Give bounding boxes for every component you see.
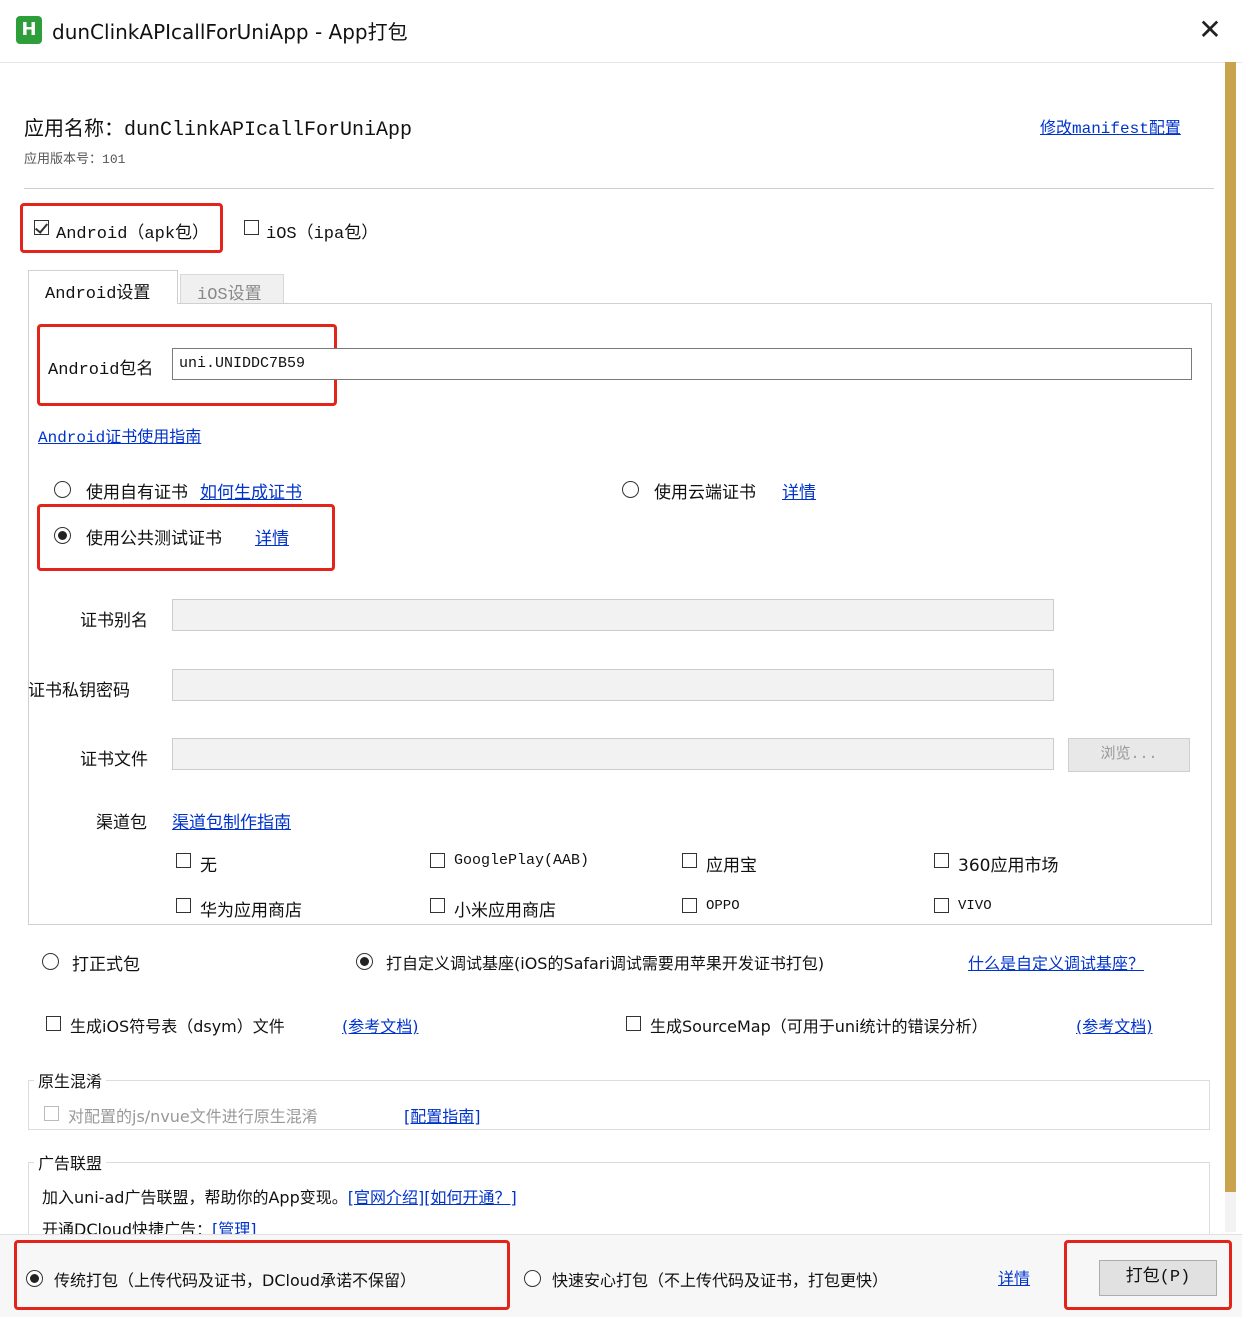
cert-alias-input[interactable]: [172, 599, 1054, 631]
scrollbar-thumb[interactable]: [1225, 62, 1236, 1192]
custom-base-label: 打自定义调试基座(iOS的Safari调试需要用苹果开发证书打包): [386, 954, 825, 973]
tab-android-label: Android设置: [45, 285, 151, 304]
custom-base-radio[interactable]: [356, 953, 373, 970]
release-build-radio[interactable]: [42, 953, 59, 970]
tab-android-settings[interactable]: Android设置: [28, 270, 178, 304]
channel-yingyongbao-label: 应用宝: [706, 856, 757, 876]
channel-360-checkbox[interactable]: [934, 853, 949, 868]
public-cert-label: 使用公共测试证书: [86, 529, 222, 549]
android-cert-guide-link[interactable]: Android证书使用指南: [38, 423, 201, 447]
channel-xiaomi-checkbox[interactable]: [430, 898, 445, 913]
window-title: dunClinkAPIcallForUniApp - App打包: [52, 20, 408, 44]
dsym-checkbox[interactable]: [46, 1016, 61, 1031]
obfuscation-label: 对配置的js/nvue文件进行原生混淆: [68, 1107, 318, 1126]
how-to-generate-cert-link[interactable]: 如何生成证书: [200, 478, 302, 503]
own-cert-label: 使用自有证书: [86, 483, 188, 503]
channel-360-label: 360应用市场: [958, 856, 1059, 876]
android-checkbox[interactable]: [34, 220, 49, 235]
channel-xiaomi-label: 小米应用商店: [454, 901, 556, 921]
sourcemap-checkbox[interactable]: [626, 1016, 641, 1031]
ads-official-intro-link[interactable]: [官网介绍]: [348, 1188, 425, 1207]
cloud-cert-label: 使用云端证书: [654, 483, 756, 503]
app-name: 应用名称：dunClinkAPIcallForUniApp: [24, 112, 412, 142]
tab-ios-settings[interactable]: iOS设置: [180, 274, 284, 305]
channel-vivo-label: VIVO: [958, 898, 992, 914]
android-label: Android（apk包）: [56, 225, 210, 244]
what-is-custom-base-link[interactable]: 什么是自定义调试基座？: [968, 950, 1144, 974]
cert-password-input[interactable]: [172, 669, 1054, 701]
close-icon[interactable]: ✕: [1192, 10, 1228, 50]
obfuscation-guide-link[interactable]: [配置指南]: [404, 1103, 481, 1127]
fast-pack-details-link[interactable]: 详情: [998, 1265, 1030, 1289]
browse-button[interactable]: 浏览...: [1068, 738, 1190, 772]
app-version-value: 101: [102, 152, 126, 167]
channel-oppo-label: OPPO: [706, 898, 740, 914]
channel-huawei-checkbox[interactable]: [176, 898, 191, 913]
channel-vivo-checkbox[interactable]: [934, 898, 949, 913]
ios-label: iOS（ipa包）: [266, 225, 379, 244]
channel-huawei-label: 华为应用商店: [200, 901, 302, 921]
divider: [24, 188, 1214, 189]
channel-yingyongbao-checkbox[interactable]: [682, 853, 697, 868]
cert-password-label: 证书私钥密码: [28, 681, 130, 701]
traditional-pack-label: 传统打包（上传代码及证书，DCloud承诺不保留）: [54, 1271, 417, 1290]
cert-alias-label: 证书别名: [80, 611, 148, 631]
app-name-value: dunClinkAPIcallForUniApp: [124, 119, 413, 142]
app-name-label: 应用名称：: [24, 116, 124, 140]
sourcemap-docs-link[interactable]: (参考文档): [1076, 1013, 1153, 1037]
dsym-docs-link[interactable]: (参考文档): [342, 1013, 419, 1037]
traditional-pack-radio[interactable]: [26, 1270, 43, 1287]
ads-line2: 开通DCloud快捷广告：[管理]: [42, 1216, 257, 1234]
cloud-cert-radio[interactable]: [622, 481, 639, 498]
public-cert-details-link[interactable]: 详情: [255, 524, 289, 549]
channel-googleplay-label: GooglePlay(AAB): [454, 852, 590, 869]
ads-manage-link[interactable]: [管理]: [212, 1220, 257, 1234]
obfuscation-title: 原生混淆: [34, 1068, 107, 1092]
pack-button[interactable]: 打包(P): [1099, 1260, 1217, 1296]
sourcemap-label: 生成SourceMap（可用于uni统计的错误分析）: [650, 1017, 988, 1036]
cert-file-input[interactable]: [172, 738, 1054, 770]
ads-dcloud-text: 开通DCloud快捷广告：: [42, 1220, 213, 1234]
app-version-label: 应用版本号：: [24, 152, 103, 167]
ads-how-to-open-link[interactable]: [如何开通？]: [424, 1188, 517, 1207]
cert-file-label: 证书文件: [80, 750, 148, 770]
channel-googleplay-checkbox[interactable]: [430, 853, 445, 868]
tab-ios-label: iOS设置: [197, 286, 262, 305]
modify-manifest-link[interactable]: 修改manifest配置: [1040, 114, 1181, 138]
cloud-cert-details-link[interactable]: 详情: [782, 478, 816, 503]
release-build-label: 打正式包: [72, 955, 140, 975]
app-version: 应用版本号：101: [24, 148, 125, 167]
package-name-label: Android包名: [48, 361, 154, 380]
ads-title: 广告联盟: [34, 1150, 107, 1174]
channel-label: 渠道包: [96, 813, 147, 833]
dsym-label: 生成iOS符号表（dsym）文件: [70, 1017, 285, 1036]
ads-join-text: 加入uni-ad广告联盟，帮助你的App变现。: [42, 1188, 348, 1207]
package-name-input[interactable]: uni.UNIDDC7B59: [172, 348, 1192, 380]
ios-checkbox[interactable]: [244, 220, 259, 235]
hbuilder-icon: H: [16, 16, 42, 44]
package-name-value: uni.UNIDDC7B59: [179, 355, 306, 372]
obfuscation-checkbox[interactable]: [44, 1106, 59, 1121]
own-cert-radio[interactable]: [54, 481, 71, 498]
channel-guide-link[interactable]: 渠道包制作指南: [172, 808, 291, 833]
channel-oppo-checkbox[interactable]: [682, 898, 697, 913]
channel-none-checkbox[interactable]: [176, 853, 191, 868]
fast-pack-label: 快速安心打包（不上传代码及证书，打包更快）: [552, 1271, 889, 1290]
public-cert-radio[interactable]: [54, 527, 71, 544]
channel-none-label: 无: [200, 856, 217, 876]
fast-pack-radio[interactable]: [524, 1270, 541, 1287]
ads-line1: 加入uni-ad广告联盟，帮助你的App变现。[官网介绍][如何开通？]: [42, 1184, 517, 1208]
